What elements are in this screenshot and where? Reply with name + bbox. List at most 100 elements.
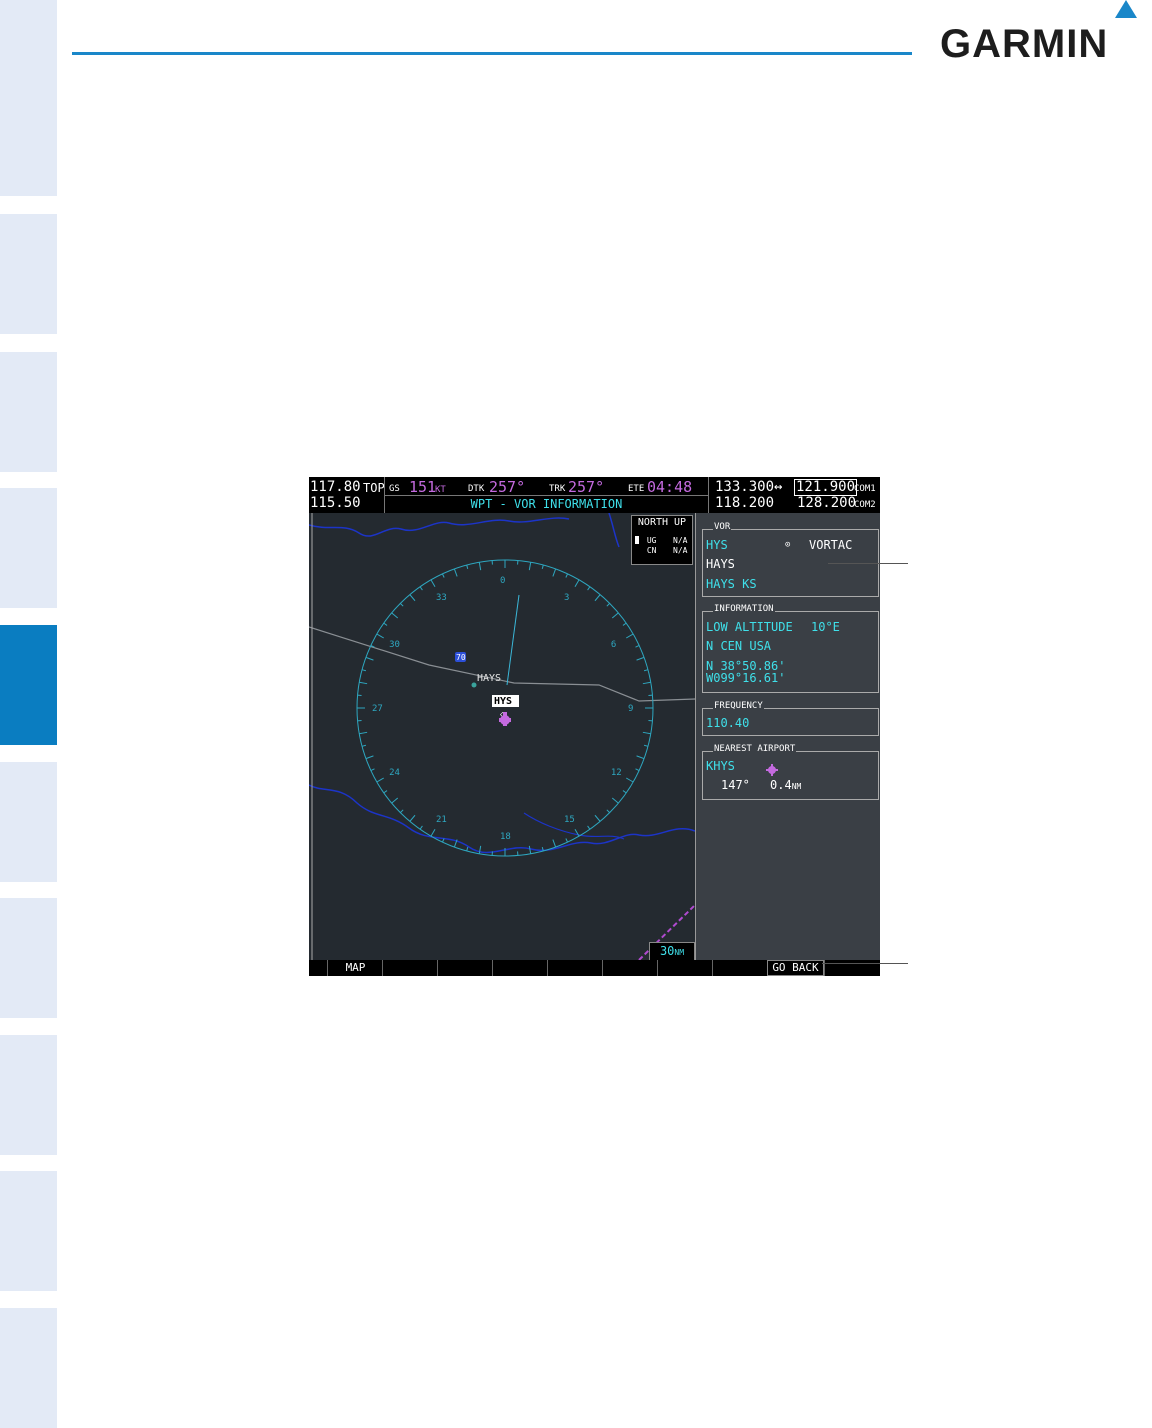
softkey-blank[interactable]: [712, 960, 768, 976]
longitude: W099°16.61': [706, 671, 786, 685]
divider: [385, 495, 708, 496]
region: N CEN USA: [706, 639, 772, 653]
com1-standby-frequency[interactable]: 133.300: [715, 480, 774, 495]
compass-label: 27: [372, 704, 383, 714]
city-label: HAYS: [477, 673, 501, 684]
map-range-box[interactable]: 30NM: [649, 942, 695, 961]
gs-unit: KT: [435, 485, 446, 495]
box-title: NEAREST AIRPORT: [713, 744, 797, 755]
softkey-blank[interactable]: [657, 960, 713, 976]
city-dot-icon: [471, 682, 477, 688]
nav1-active-frequency[interactable]: 117.80: [310, 480, 361, 495]
vor-type: VORTAC: [809, 538, 853, 552]
softkey-blank[interactable]: [382, 960, 438, 976]
airspace-class: LOW ALTITUDE: [706, 620, 793, 634]
page-title: WPT - VOR INFORMATION: [470, 497, 623, 511]
compass-rose: 330330 627 924 12211815: [356, 559, 654, 857]
dtk-value: 257°: [489, 478, 526, 496]
garmin-logo: GARMIN: [940, 0, 1140, 66]
compass-label: 21: [436, 815, 447, 825]
com1-label: COM1: [854, 484, 876, 494]
com2-label: COM2: [854, 500, 876, 510]
frequency-box: FREQUENCY 110.40: [702, 701, 879, 736]
gs-label: GS: [389, 484, 400, 494]
softkey-blank[interactable]: [437, 960, 493, 976]
side-tab[interactable]: [0, 898, 57, 1018]
nav-ident: TOP: [363, 481, 385, 495]
logo-triangle-icon: [1115, 0, 1137, 18]
compass-label: 15: [564, 815, 575, 825]
box-title: INFORMATION: [713, 604, 775, 615]
trk-label: TRK: [549, 484, 566, 494]
nearest-airport-box: NEAREST AIRPORT KHYS 147° 0.4NM: [702, 744, 879, 800]
softkey-blank[interactable]: [309, 960, 327, 976]
side-tab[interactable]: [0, 1308, 57, 1428]
mag-var: 10°E: [811, 620, 840, 634]
softkey-map[interactable]: MAP: [327, 960, 383, 976]
highway-label: 70: [456, 653, 466, 662]
divider: [708, 477, 709, 513]
compass-label: 6: [611, 640, 616, 650]
compass-label: 0: [500, 576, 505, 586]
cn-row: CN N/A: [646, 546, 688, 555]
side-tab[interactable]: [0, 1171, 57, 1291]
softkey-blank[interactable]: [547, 960, 603, 976]
mfd-screen: 117.80 TOP 115.50 GS 151 KT DTK 257° TRK…: [309, 477, 880, 976]
compass-label: 3: [564, 593, 569, 603]
callout-line: [828, 563, 908, 564]
gs-value: 151: [409, 478, 437, 496]
orientation-label: NORTH UP: [637, 517, 687, 528]
compass-label: 30: [389, 640, 400, 650]
trk-value: 257°: [568, 478, 605, 496]
com2-standby-frequency[interactable]: 118.200: [715, 496, 774, 511]
river-south: [309, 784, 695, 854]
ug-row: UG N/A: [635, 536, 691, 545]
logo-text: GARMIN: [940, 22, 1109, 66]
moving-map[interactable]: 33 0 3 30 6 27 9 24 12 21 18 15 70 HAYS HYS ◇ NORTH…: [309, 513, 695, 961]
compass-label: 18: [500, 832, 511, 842]
side-tab[interactable]: [0, 352, 57, 472]
header-rule: [72, 52, 912, 55]
vor-ident[interactable]: HYS: [706, 539, 728, 552]
swap-arrow-icon[interactable]: ↔: [774, 480, 782, 495]
vor-label: HYS: [494, 696, 512, 707]
softkey-blank[interactable]: [492, 960, 548, 976]
radial-line: [506, 594, 520, 686]
dtk-label: DTK: [468, 484, 485, 494]
vortac-icon: ⊙: [785, 540, 791, 550]
information-box: INFORMATION LOW ALTITUDE 10°E N CEN USA …: [702, 604, 879, 693]
airport-symbol-icon: [766, 761, 778, 776]
airport-ident[interactable]: KHYS: [706, 760, 735, 773]
nav-standby-frequency[interactable]: 115.50: [310, 496, 361, 511]
ete-value: 04:48: [647, 478, 693, 496]
compass-label: 12: [611, 768, 622, 778]
side-tab[interactable]: [0, 1035, 57, 1155]
compass-label: 33: [436, 593, 447, 603]
waypoint-info-panel: VOR HYS ⊙ VORTAC HAYS HAYS KS INFORMATIO…: [695, 513, 880, 960]
side-tab[interactable]: [0, 0, 57, 196]
compass-label: 24: [389, 768, 400, 778]
river-north: [309, 517, 570, 537]
vor-frequency[interactable]: 110.40: [706, 717, 749, 730]
compass-label: 9: [628, 704, 633, 714]
box-title: VOR: [713, 522, 732, 533]
river-saline: [608, 513, 620, 548]
box-title: FREQUENCY: [713, 701, 764, 712]
side-tab[interactable]: [0, 762, 57, 882]
side-tab-active[interactable]: [0, 625, 57, 745]
airport-distance: 0.4NM: [770, 778, 802, 792]
side-tab[interactable]: [0, 214, 57, 334]
com1-active-frequency[interactable]: 121.900: [794, 479, 858, 496]
map-graphics: 330330 627 924 12211815 70 HAYS HYS ◇: [309, 513, 695, 960]
top-status-bar: 117.80 TOP 115.50 GS 151 KT DTK 257° TRK…: [309, 477, 880, 513]
vor-name: HAYS: [706, 557, 735, 571]
vor-city: HAYS KS: [706, 577, 757, 591]
com2-active-frequency[interactable]: 128.200: [797, 496, 856, 511]
softkey-blank[interactable]: [602, 960, 658, 976]
softkey-bar: MAP GO BACK: [309, 960, 880, 976]
north-up-box[interactable]: NORTH UP UG N/A CN N/A: [631, 515, 693, 565]
callout-line: [822, 963, 908, 964]
softkey-go-back[interactable]: GO BACK: [767, 960, 824, 976]
side-tab[interactable]: [0, 488, 57, 608]
airport-bearing: 147°: [721, 778, 750, 792]
